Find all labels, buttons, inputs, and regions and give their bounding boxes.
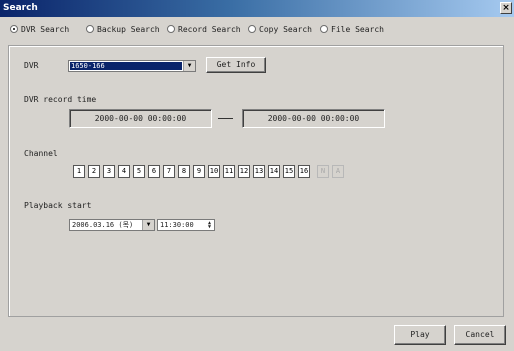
channel-button-11[interactable]: 11 [223, 165, 235, 178]
playback-date-value: 2006.03.16 (목) [72, 221, 134, 229]
channel-button-12[interactable]: 12 [238, 165, 250, 178]
tab-dvr-search[interactable]: DVR Search [10, 23, 69, 37]
time-spinner-icon[interactable]: ▲ ▼ [206, 221, 213, 230]
channel-button-10[interactable]: 10 [208, 165, 220, 178]
tab-label: DVR Search [21, 25, 70, 34]
channel-button-13[interactable]: 13 [253, 165, 265, 178]
close-button[interactable]: × [500, 2, 512, 14]
tab-record-search[interactable]: Record Search [167, 23, 241, 37]
playback-start-label: Playback start [24, 201, 92, 210]
playback-time-value: 11:30:00 [160, 221, 194, 229]
play-button-label: Play [410, 330, 430, 339]
title-bar: Search × [0, 0, 514, 17]
radio-icon [167, 25, 175, 33]
channel-label: Channel [24, 149, 58, 158]
cancel-button[interactable]: Cancel [454, 325, 506, 345]
channel-none-button[interactable]: N [317, 165, 329, 178]
get-info-label: Get Info [216, 60, 256, 69]
channel-button-3[interactable]: 3 [103, 165, 115, 178]
tab-copy-search[interactable]: Copy Search [248, 23, 312, 37]
get-info-button[interactable]: Get Info [206, 57, 266, 73]
radio-selected-icon [10, 25, 18, 33]
chevron-down-icon[interactable]: ▼ [183, 61, 195, 71]
channel-button-1[interactable]: 1 [73, 165, 85, 178]
channel-button-15[interactable]: 15 [283, 165, 295, 178]
record-time-label: DVR record time [24, 95, 97, 104]
channel-button-4[interactable]: 4 [118, 165, 130, 178]
tab-file-search[interactable]: File Search [320, 23, 384, 37]
tab-label: Record Search [178, 25, 241, 34]
calendar-dropdown-icon[interactable]: ▼ [142, 220, 154, 230]
tab-label: Backup Search [97, 25, 160, 34]
channel-button-14[interactable]: 14 [268, 165, 280, 178]
channel-button-2[interactable]: 2 [88, 165, 100, 178]
channel-button-5[interactable]: 5 [133, 165, 145, 178]
tab-label: Copy Search [259, 25, 312, 34]
record-start-time: 2000-00-00 00:00:00 [69, 109, 212, 128]
dvr-select-value: 1650-166 [70, 62, 182, 70]
dvr-select[interactable]: 1650-166 ▼ [68, 60, 196, 72]
tab-label: File Search [331, 25, 384, 34]
cancel-button-label: Cancel [465, 330, 495, 339]
playback-date-field[interactable]: 2006.03.16 (목) ▼ [69, 219, 155, 231]
channel-button-8[interactable]: 8 [178, 165, 190, 178]
window-title: Search [3, 3, 38, 13]
search-panel [8, 45, 504, 317]
channel-button-7[interactable]: 7 [163, 165, 175, 178]
play-button[interactable]: Play [394, 325, 446, 345]
channel-button-6[interactable]: 6 [148, 165, 160, 178]
close-icon: × [502, 3, 510, 13]
tab-backup-search[interactable]: Backup Search [86, 23, 160, 37]
radio-icon [320, 25, 328, 33]
radio-icon [86, 25, 94, 33]
channel-button-16[interactable]: 16 [298, 165, 310, 178]
record-end-time: 2000-00-00 00:00:00 [242, 109, 385, 128]
radio-icon [248, 25, 256, 33]
dvr-label: DVR [24, 61, 39, 70]
channel-all-button[interactable]: A [332, 165, 344, 178]
playback-time-field[interactable]: 11:30:00 ▲ ▼ [157, 219, 215, 231]
channel-button-9[interactable]: 9 [193, 165, 205, 178]
time-range-separator [218, 118, 233, 119]
